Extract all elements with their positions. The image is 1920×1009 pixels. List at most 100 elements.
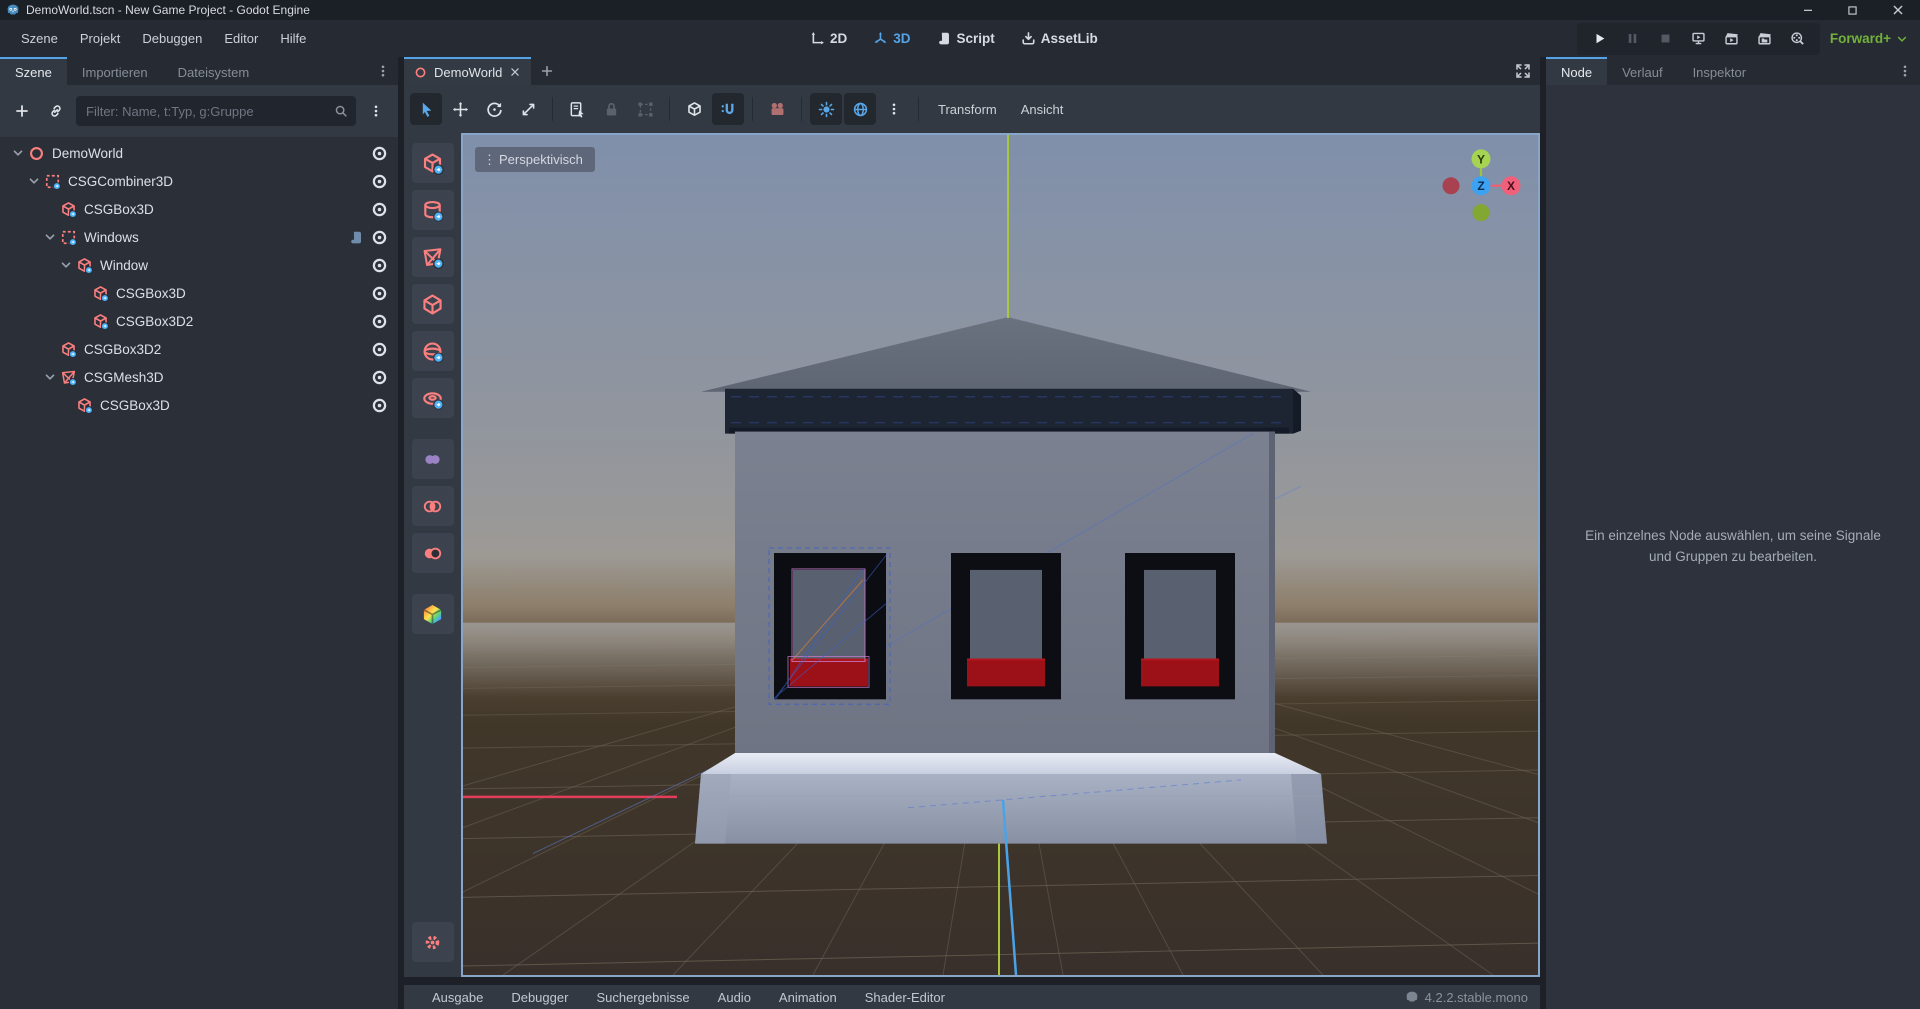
visibility-toggle[interactable]: [364, 223, 394, 251]
csg-box-button[interactable]: [412, 143, 454, 183]
sun-env-menu-dots-icon[interactable]: [878, 93, 910, 125]
chevron-down-icon[interactable]: [58, 257, 74, 273]
csg-subtraction-button[interactable]: [412, 533, 454, 573]
dock-menu-dots-icon[interactable]: [1890, 57, 1920, 85]
visibility-toggle[interactable]: [364, 195, 394, 223]
version-info[interactable]: 4.2.2.stable.mono: [1405, 990, 1540, 1005]
perspective-menu[interactable]: ⋮ Perspektivisch: [475, 147, 595, 172]
rotate-tool-button[interactable]: [478, 93, 510, 125]
sun-preview-button[interactable]: [810, 93, 842, 125]
titlebar: DemoWorld.tscn - New Game Project - Godo…: [0, 0, 1920, 20]
camera-preview-button[interactable]: [761, 93, 793, 125]
menu-szene[interactable]: Szene: [10, 25, 69, 52]
bottom-tab-ausgabe[interactable]: Ausgabe: [418, 990, 497, 1005]
tab-node[interactable]: Node: [1546, 57, 1607, 85]
tab-dateisystem[interactable]: Dateisystem: [163, 57, 265, 85]
renderer-dropdown[interactable]: Forward+: [1830, 31, 1908, 46]
tab-szene[interactable]: Szene: [0, 57, 67, 85]
tree-node-window[interactable]: Window: [0, 251, 398, 279]
transform-menu[interactable]: Transform: [927, 102, 1008, 117]
csg-union-button[interactable]: [412, 439, 454, 479]
tab-importieren[interactable]: Importieren: [67, 57, 163, 85]
visibility-toggle[interactable]: [364, 335, 394, 363]
chevron-down-icon[interactable]: [26, 173, 42, 189]
visibility-toggle[interactable]: [364, 363, 394, 391]
csg-intersection-button[interactable]: [412, 486, 454, 526]
maximize-button[interactable]: [1830, 0, 1875, 20]
visibility-toggle[interactable]: [364, 391, 394, 419]
movie-maker-button[interactable]: [1781, 26, 1814, 52]
tree-node-csgcombiner3d[interactable]: CSGCombiner3D: [0, 167, 398, 195]
tab-verlauf[interactable]: Verlauf: [1607, 57, 1677, 85]
svg-text:Y: Y: [1477, 152, 1485, 166]
tree-node-csgbox3d[interactable]: CSGBox3D: [0, 195, 398, 223]
tree-node-csgmesh3d[interactable]: CSGMesh3D: [0, 363, 398, 391]
dock-menu-dots-icon[interactable]: [368, 57, 398, 85]
pause-button[interactable]: [1616, 26, 1649, 52]
menu-hilfe[interactable]: Hilfe: [269, 25, 317, 52]
chevron-down-icon[interactable]: [42, 369, 58, 385]
menu-editor[interactable]: Editor: [213, 25, 269, 52]
environment-preview-button[interactable]: [844, 93, 876, 125]
visibility-toggle[interactable]: [364, 167, 394, 195]
bottom-tab-audio[interactable]: Audio: [704, 990, 765, 1005]
csg-polyhedron-button[interactable]: [412, 284, 454, 324]
visibility-toggle[interactable]: [364, 139, 394, 167]
scale-tool-button[interactable]: [512, 93, 544, 125]
remote-debug-button[interactable]: [1682, 26, 1715, 52]
add-node-button[interactable]: [8, 97, 36, 125]
bottom-tab-debugger[interactable]: Debugger: [497, 990, 582, 1005]
3d-viewport[interactable]: Y X Z ⋮ Perspektivisch: [461, 133, 1540, 977]
visibility-toggle[interactable]: [364, 279, 394, 307]
bottom-tab-shader-editor[interactable]: Shader-Editor: [851, 990, 959, 1005]
ansicht-menu[interactable]: Ansicht: [1010, 102, 1075, 117]
csg-cylinder-button[interactable]: [412, 190, 454, 230]
tree-node-windows[interactable]: Windows: [0, 223, 398, 251]
csg-mesh-button[interactable]: [412, 237, 454, 277]
scene-tab-bar: DemoWorld: [404, 57, 1540, 85]
settings-gear-button[interactable]: [412, 922, 454, 962]
close-tab-icon[interactable]: [509, 66, 521, 78]
tree-menu-dots-icon[interactable]: [362, 97, 390, 125]
group-node-button[interactable]: [629, 93, 661, 125]
csg-sphere-button[interactable]: [412, 331, 454, 371]
tree-node-csgbox3d2[interactable]: CSGBox3D2: [0, 335, 398, 363]
selection-list-button[interactable]: [561, 93, 593, 125]
tree-node-csgbox3d[interactable]: CSGBox3D: [0, 279, 398, 307]
bottom-tab-animation[interactable]: Animation: [765, 990, 851, 1005]
move-tool-button[interactable]: [444, 93, 476, 125]
minimize-button[interactable]: [1785, 0, 1830, 20]
local-space-button[interactable]: [678, 93, 710, 125]
mode-script-button[interactable]: Script: [928, 27, 1004, 50]
attached-script-icon[interactable]: [349, 230, 364, 245]
bottom-tab-suchergebnisse[interactable]: Suchergebnisse: [582, 990, 703, 1005]
play-custom-scene-button[interactable]: [1748, 26, 1781, 52]
menu-debuggen[interactable]: Debuggen: [131, 25, 213, 52]
chevron-down-icon[interactable]: [42, 229, 58, 245]
menu-projekt[interactable]: Projekt: [69, 25, 131, 52]
new-scene-tab-button[interactable]: [531, 57, 563, 85]
play-scene-button[interactable]: [1715, 26, 1748, 52]
play-button[interactable]: [1583, 26, 1616, 52]
tree-node-demoworld[interactable]: DemoWorld: [0, 139, 398, 167]
mode-3d-button[interactable]: 3D: [864, 27, 919, 50]
stop-button[interactable]: [1649, 26, 1682, 52]
tree-node-csgbox3d[interactable]: CSGBox3D: [0, 391, 398, 419]
scene-filter-input[interactable]: [86, 104, 334, 119]
gridmap-button[interactable]: [412, 594, 454, 634]
distraction-free-button[interactable]: [1506, 57, 1540, 85]
chevron-down-icon[interactable]: [10, 145, 26, 161]
mode-assetlib-button[interactable]: AssetLib: [1012, 27, 1107, 50]
visibility-toggle[interactable]: [364, 251, 394, 279]
csg-torus-button[interactable]: [412, 378, 454, 418]
visibility-toggle[interactable]: [364, 307, 394, 335]
snap-toggle-button[interactable]: [712, 93, 744, 125]
instance-scene-button[interactable]: [42, 97, 70, 125]
select-tool-button[interactable]: [410, 93, 442, 125]
mode-2d-button[interactable]: 2D: [801, 27, 856, 50]
lock-node-button[interactable]: [595, 93, 627, 125]
close-button[interactable]: [1875, 0, 1920, 20]
tree-node-csgbox3d2[interactable]: CSGBox3D2: [0, 307, 398, 335]
tab-inspektor[interactable]: Inspektor: [1678, 57, 1761, 85]
scene-tab-demoworld[interactable]: DemoWorld: [404, 57, 531, 85]
